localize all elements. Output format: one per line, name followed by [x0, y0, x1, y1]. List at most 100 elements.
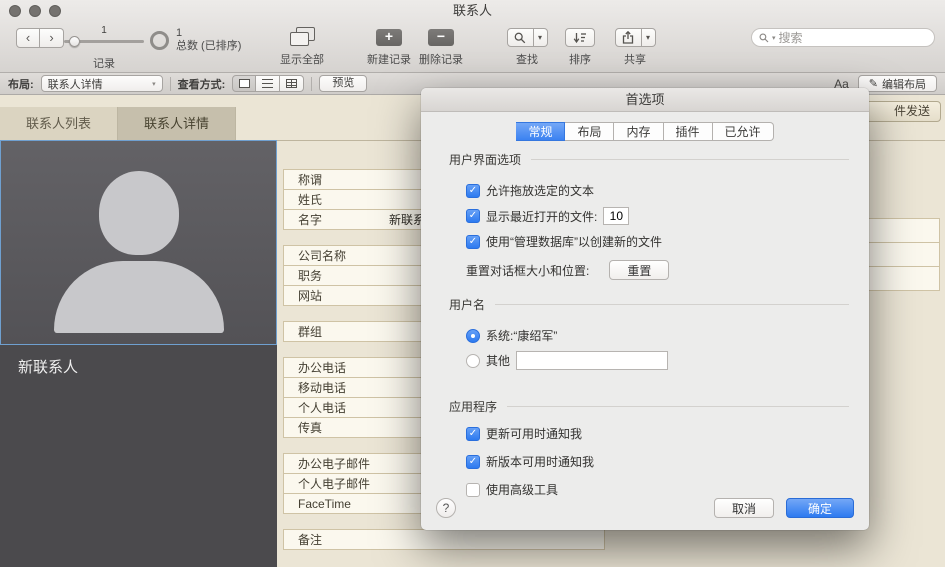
field-label: 公司名称 [298, 249, 347, 263]
record-slider: 1 [64, 25, 144, 47]
section-rule [531, 159, 849, 160]
checkbox-row-new-version: ✓ 新版本可用时通知我 [466, 453, 849, 470]
record-nav-buttons: ‹ › [16, 28, 64, 48]
window-titlebar[interactable]: 联系人 [0, 0, 945, 22]
layout-label: 布局: [8, 78, 34, 91]
quick-search-field[interactable]: ▾ [751, 28, 935, 47]
field-label: 备注 [298, 533, 323, 547]
section-heading-ui: 用户界面选项 [449, 151, 849, 168]
traffic-lights [9, 5, 61, 17]
checkbox-label: 使用“管理数据库”以创建新的文件 [486, 235, 662, 249]
preferences-tab-label: 常规 [528, 125, 553, 139]
list-view-button[interactable] [256, 75, 281, 92]
reset-dialogs-row: 重置对话框大小和位置: 重置 [466, 260, 849, 280]
share-icon [622, 31, 634, 44]
checkbox-label: 允许拖放选定的文本 [486, 184, 595, 198]
field-label: 职务 [298, 269, 323, 283]
preview-button[interactable]: 预览 [319, 75, 368, 92]
field-label: 个人电子邮件 [298, 477, 371, 491]
checkbox-label: 使用高级工具 [486, 483, 559, 497]
record-slider-track[interactable] [64, 36, 144, 47]
checkbox-row-advanced-tools: ✓ 使用高级工具 [466, 481, 849, 498]
preferences-tab[interactable]: 常规 [516, 122, 566, 141]
record-tab-label: 联系人列表 [25, 116, 91, 131]
reset-button[interactable]: 重置 [609, 260, 670, 280]
layout-dropdown[interactable]: 联系人详情 ▾ [40, 75, 163, 92]
delete-record-button[interactable]: − 删除记录 [414, 27, 468, 67]
checkbox[interactable]: ✓ [466, 183, 480, 198]
next-record-button[interactable]: › [40, 28, 64, 48]
check-icon: ✓ [468, 184, 478, 196]
preferences-tab[interactable]: 内存 [614, 122, 664, 141]
search-scope-dropdown-icon[interactable]: ▾ [772, 34, 776, 42]
share-button[interactable] [614, 28, 642, 47]
form-view-button[interactable] [232, 75, 257, 92]
search-input[interactable] [778, 30, 927, 45]
checkbox[interactable]: ✓ [466, 454, 480, 469]
preferences-tab[interactable]: 布局 [565, 122, 615, 141]
radio-button[interactable] [466, 328, 480, 343]
record-tab[interactable]: 联系人列表 [0, 107, 118, 140]
sort-button[interactable] [565, 28, 595, 47]
contact-field-row[interactable]: 备注 [283, 529, 605, 550]
radio-button[interactable] [466, 353, 480, 368]
view-as-label: 查看方式: [177, 78, 226, 91]
help-button[interactable]: ? [436, 498, 456, 518]
ok-button[interactable]: 确定 [785, 498, 854, 518]
record-slider-knob[interactable] [69, 36, 80, 47]
silhouette-head-icon [98, 171, 179, 255]
section-heading-username: 用户名 [449, 296, 849, 313]
form-view-icon [238, 79, 250, 88]
record-tab[interactable]: 联系人详情 [118, 107, 236, 140]
divider [311, 76, 313, 91]
previous-record-button[interactable]: ‹ [16, 28, 40, 48]
find-button[interactable] [506, 28, 534, 47]
recent-files-count-input[interactable] [603, 207, 630, 225]
checkbox[interactable]: ✓ [466, 482, 480, 497]
show-all-label: 显示全部 [280, 54, 324, 66]
radio-label: 系统:“康绍军” [486, 329, 558, 343]
check-icon: ✓ [468, 235, 478, 247]
record-tabs: 联系人列表 联系人详情 [0, 107, 236, 140]
other-username-input[interactable] [516, 351, 669, 370]
current-record-number: 1 [101, 25, 107, 36]
total-count: 1 [176, 27, 183, 39]
checkbox-row-drag-text: ✓ 允许拖放选定的文本 [466, 182, 849, 199]
radio-row-other-name: 其他 [466, 351, 849, 370]
checkbox[interactable]: ✓ [466, 234, 480, 249]
sort-label: 排序 [569, 54, 591, 66]
table-view-button[interactable] [280, 75, 305, 92]
field-label: 名字 [298, 213, 323, 227]
plus-icon: + [376, 29, 402, 46]
found-set-pie-icon[interactable] [150, 31, 169, 50]
checkbox-row-updates: ✓ 更新可用时通知我 [466, 425, 849, 442]
dialog-footer: ? 取消 确定 [421, 498, 869, 518]
new-record-button[interactable]: + 新建记录 [362, 27, 416, 67]
dialog-titlebar[interactable]: 首选项 [421, 88, 869, 112]
edit-layout-button[interactable]: ✎ 编辑布局 [857, 75, 937, 92]
minus-icon: − [428, 29, 454, 46]
section-rule [507, 406, 849, 407]
preferences-tab[interactable]: 已允许 [712, 122, 774, 141]
checkbox[interactable]: ✓ [466, 209, 480, 223]
preferences-tab-label: 内存 [626, 125, 651, 139]
close-button[interactable] [9, 5, 21, 17]
share-label: 共享 [624, 54, 646, 66]
section-heading-application: 应用程序 [449, 398, 849, 415]
minimize-button[interactable] [29, 5, 41, 17]
find-dropdown-button[interactable]: ▾ [533, 28, 548, 47]
show-all-button[interactable]: 显示全部 [272, 27, 332, 67]
zoom-button[interactable] [49, 5, 61, 17]
checkbox[interactable]: ✓ [466, 426, 480, 441]
preferences-tab[interactable]: 插件 [663, 122, 713, 141]
cancel-button[interactable]: 取消 [713, 498, 774, 518]
window-chrome: 联系人 ‹ › 1 记录 1 总数 (已排序) 显示全部 + 新建记录 − 删除… [0, 0, 945, 73]
share-control: ▾ 共享 [608, 27, 662, 67]
contact-photo-field[interactable] [0, 140, 277, 345]
records-label: 记录 [93, 58, 115, 70]
stacked-records-icon [290, 27, 315, 46]
app-window: 联系人 ‹ › 1 记录 1 总数 (已排序) 显示全部 + 新建记录 − 删除… [0, 0, 945, 567]
field-label: 姓氏 [298, 193, 323, 207]
share-dropdown-button[interactable]: ▾ [641, 28, 656, 47]
field-label: 群组 [298, 325, 323, 339]
